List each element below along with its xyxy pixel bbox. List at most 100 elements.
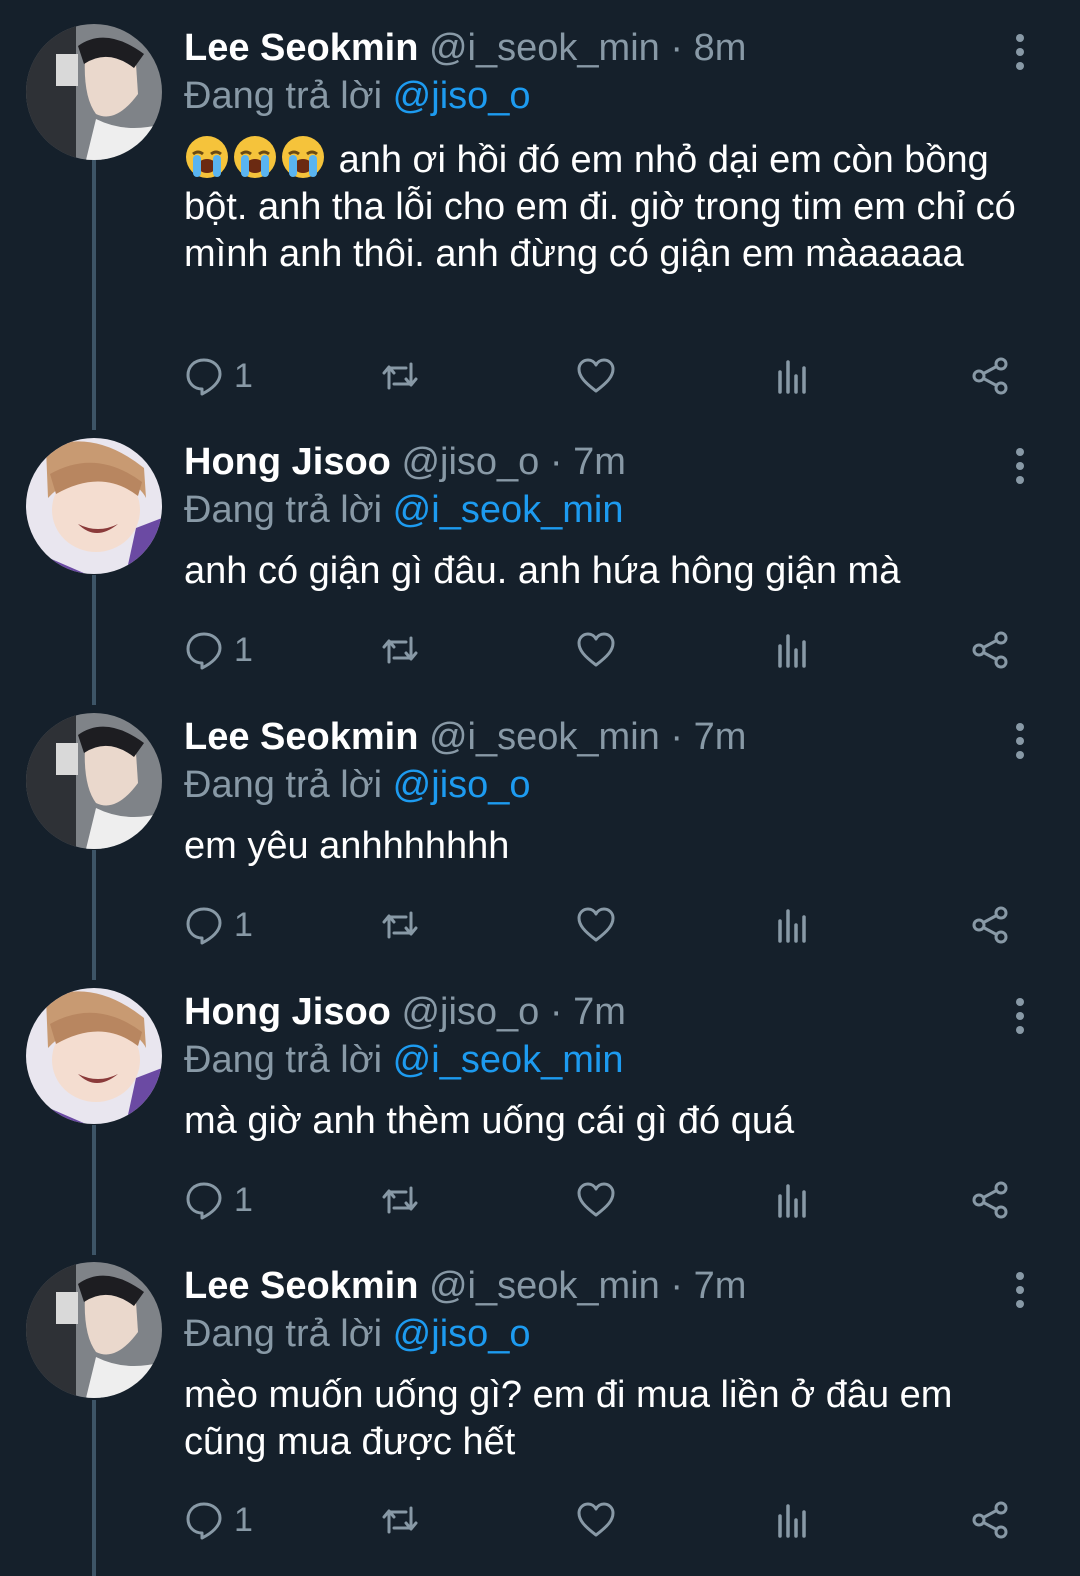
thread-line <box>92 575 96 705</box>
like-button[interactable] <box>576 1178 616 1222</box>
author-name[interactable]: Hong Jisoo <box>184 991 391 1033</box>
retweet-icon <box>380 905 420 945</box>
avatar-lee-seokmin-image <box>26 713 162 849</box>
share-button[interactable] <box>970 354 1010 398</box>
more-options-icon[interactable] <box>1008 1270 1032 1310</box>
like-button[interactable] <box>576 628 616 672</box>
tweet-body-text: mèo muốn uống gì? em đi mua liền ở đâu e… <box>184 1374 953 1463</box>
avatar-hong-jisoo[interactable] <box>26 988 162 1124</box>
tweet-time[interactable]: 7m <box>694 716 747 758</box>
analytics-icon <box>774 1500 814 1540</box>
reply-mention[interactable]: @i_seok_min <box>393 1039 624 1081</box>
avatar-hong-jisoo-image <box>26 438 162 574</box>
avatar-lee-seokmin[interactable] <box>26 24 162 160</box>
like-icon <box>576 1180 616 1220</box>
tweet-actions: 1 <box>184 1178 1024 1222</box>
tweet-time[interactable]: 8m <box>694 27 747 69</box>
thread-line <box>92 1125 96 1255</box>
retweet-button[interactable] <box>380 628 420 672</box>
avatar-lee-seokmin[interactable] <box>26 713 162 849</box>
author-handle[interactable]: @jiso_o <box>401 991 539 1033</box>
thread-line <box>92 160 96 430</box>
more-options-icon[interactable] <box>1008 996 1032 1036</box>
tweet-time[interactable]: 7m <box>573 991 626 1033</box>
analytics-button[interactable] <box>774 1178 814 1222</box>
tweet-text: mèo muốn uống gì? em đi mua liền ở đâu e… <box>184 1372 1034 1466</box>
tweet-header: Hong Jisoo @jiso_o · 7m <box>184 988 626 1036</box>
retweet-icon <box>380 1180 420 1220</box>
like-button[interactable] <box>576 1498 616 1542</box>
author-handle[interactable]: @i_seok_min <box>429 1265 660 1307</box>
avatar-hong-jisoo[interactable] <box>26 438 162 574</box>
reply-button[interactable]: 1 <box>184 354 253 398</box>
tweet-text: em yêu anhhhhhhh <box>184 823 1034 870</box>
reply-count: 1 <box>234 631 253 669</box>
tweet-text: mà giờ anh thèm uống cái gì đó quá <box>184 1098 1034 1145</box>
share-icon <box>970 1180 1010 1220</box>
tweet-header: Hong Jisoo @jiso_o · 7m <box>184 438 626 486</box>
share-button[interactable] <box>970 1498 1010 1542</box>
reply-icon <box>184 630 224 670</box>
share-button[interactable] <box>970 903 1010 947</box>
reply-context: Đang trả lời @jiso_o <box>184 72 531 120</box>
retweet-button[interactable] <box>380 903 420 947</box>
reply-count: 1 <box>234 1181 253 1219</box>
conversation-thread: Lee Seokmin @i_seok_min · 8m Đang trả lờ… <box>0 0 1080 1576</box>
reply-label: Đang trả lời <box>184 489 383 531</box>
author-name[interactable]: Lee Seokmin <box>184 27 418 69</box>
author-handle[interactable]: @jiso_o <box>401 441 539 483</box>
retweet-icon <box>380 630 420 670</box>
reply-mention[interactable]: @jiso_o <box>393 75 531 117</box>
like-button[interactable] <box>576 903 616 947</box>
separator-dot: · <box>549 991 563 1033</box>
reply-mention[interactable]: @i_seok_min <box>393 489 624 531</box>
separator-dot: · <box>549 441 563 483</box>
retweet-button[interactable] <box>380 1178 420 1222</box>
reply-button[interactable]: 1 <box>184 903 253 947</box>
tweet-actions: 1 <box>184 628 1024 672</box>
reply-context: Đang trả lời @i_seok_min <box>184 486 623 534</box>
more-options-icon[interactable] <box>1008 721 1032 761</box>
analytics-button[interactable] <box>774 903 814 947</box>
author-name[interactable]: Lee Seokmin <box>184 716 418 758</box>
analytics-button[interactable] <box>774 628 814 672</box>
avatar-lee-seokmin[interactable] <box>26 1262 162 1398</box>
share-button[interactable] <box>970 1178 1010 1222</box>
tweet-time[interactable]: 7m <box>694 1265 747 1307</box>
avatar-lee-seokmin-image <box>26 1262 162 1398</box>
share-button[interactable] <box>970 628 1010 672</box>
reply-icon <box>184 1180 224 1220</box>
reply-button[interactable]: 1 <box>184 1178 253 1222</box>
tweet-header: Lee Seokmin @i_seok_min · 7m <box>184 713 746 761</box>
tweet-time[interactable]: 7m <box>573 441 626 483</box>
like-button[interactable] <box>576 354 616 398</box>
more-options-icon[interactable] <box>1008 32 1032 72</box>
analytics-button[interactable] <box>774 1498 814 1542</box>
author-name[interactable]: Lee Seokmin <box>184 1265 418 1307</box>
loudly-crying-face-icon <box>184 134 230 180</box>
analytics-icon <box>774 630 814 670</box>
analytics-icon <box>774 1180 814 1220</box>
like-icon <box>576 905 616 945</box>
reply-label: Đang trả lời <box>184 764 383 806</box>
reply-mention[interactable]: @jiso_o <box>393 1313 531 1355</box>
tweet-actions: 1 <box>184 354 1024 398</box>
separator-dot: · <box>670 716 683 758</box>
author-handle[interactable]: @i_seok_min <box>429 27 660 69</box>
reply-mention[interactable]: @jiso_o <box>393 764 531 806</box>
retweet-button[interactable] <box>380 1498 420 1542</box>
reply-icon <box>184 1500 224 1540</box>
reply-button[interactable]: 1 <box>184 1498 253 1542</box>
reply-icon <box>184 356 224 396</box>
tweet-header: Lee Seokmin @i_seok_min · 7m <box>184 1262 746 1310</box>
loudly-crying-face-icon <box>232 134 278 180</box>
tweet-text: anh có giận gì đâu. anh hứa hông giận mà <box>184 548 1034 595</box>
analytics-button[interactable] <box>774 354 814 398</box>
retweet-button[interactable] <box>380 354 420 398</box>
share-icon <box>970 630 1010 670</box>
more-options-icon[interactable] <box>1008 446 1032 486</box>
separator-dot: · <box>670 1265 683 1307</box>
author-name[interactable]: Hong Jisoo <box>184 441 391 483</box>
reply-button[interactable]: 1 <box>184 628 253 672</box>
author-handle[interactable]: @i_seok_min <box>429 716 660 758</box>
